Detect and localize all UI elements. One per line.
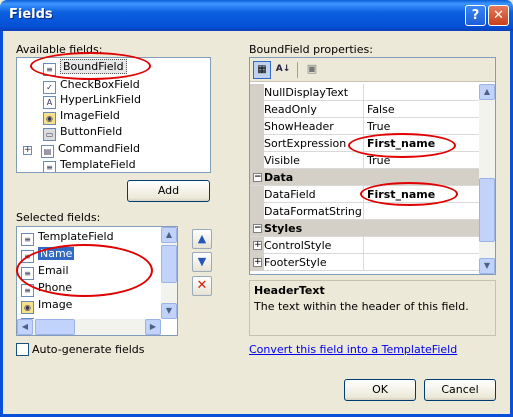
scroll-down-arrow-icon[interactable]: ▼ (161, 303, 177, 319)
property-toolbar: ▦ A↓ ▣ (250, 58, 495, 82)
scroll-thumb[interactable] (161, 245, 177, 283)
collapse-minus-icon[interactable]: − (253, 173, 262, 182)
template-field-icon: ≡ (21, 233, 34, 246)
scroll-thumb[interactable] (479, 178, 495, 242)
move-up-button[interactable]: ▲ (192, 229, 212, 249)
cancel-button[interactable]: Cancel (424, 379, 496, 401)
prop-row-controlstyle[interactable]: + ControlStyle (250, 237, 480, 254)
expand-plus-icon[interactable]: + (253, 241, 262, 250)
tree-item-commandfield[interactable]: + ▤ CommandField (23, 142, 140, 158)
expand-plus-icon[interactable]: + (23, 146, 32, 155)
tree-item-hyperlinkfield[interactable]: A HyperLinkField (43, 93, 141, 109)
annotation-ellipse-sortexpression (348, 133, 456, 158)
autogen-label: Auto-generate fields (32, 343, 145, 356)
window-title: Fields (9, 7, 53, 22)
tree-item-templatefield[interactable]: ≡ TemplateField (43, 158, 136, 172)
scroll-up-arrow-icon[interactable]: ▲ (161, 227, 177, 243)
scroll-left-arrow-icon[interactable]: ◀ (17, 319, 33, 335)
help-text: The text within the header of this field… (254, 300, 469, 313)
scroll-right-arrow-icon[interactable]: ▶ (145, 319, 161, 335)
prop-row-readonly[interactable]: ReadOnly False (250, 101, 480, 118)
property-help-panel: HeaderText The text within the header of… (249, 280, 496, 336)
tree-item-buttonfield[interactable]: ▭ ButtonField (43, 125, 122, 141)
help-button[interactable]: ? (465, 5, 486, 26)
template-field-icon: ≡ (43, 161, 56, 172)
button-field-icon: ▭ (43, 128, 56, 141)
alphabetical-sort-icon[interactable]: A↓ (274, 61, 292, 79)
arrow-up-icon: ▲ (197, 232, 207, 245)
command-field-icon: ▤ (41, 145, 54, 158)
property-pages-icon[interactable]: ▣ (303, 61, 321, 79)
prop-category-data[interactable]: − Data (250, 169, 480, 186)
property-grid-scrollbar[interactable]: ▲ ▼ (479, 84, 495, 274)
scroll-down-arrow-icon[interactable]: ▼ (479, 258, 495, 274)
prop-row-nulldisplaytext[interactable]: NullDisplayText (250, 84, 480, 101)
selected-item-image[interactable]: ◉ Image (21, 298, 72, 314)
tree-item-imagefield[interactable]: ◉ ImageField (43, 109, 120, 125)
prop-row-footerstyle[interactable]: + FooterStyle (250, 254, 480, 271)
prop-category-styles[interactable]: − Styles (250, 220, 480, 237)
expand-plus-icon[interactable]: + (253, 258, 262, 267)
close-button[interactable]: ✕ (488, 5, 509, 26)
image-field-icon: ◉ (21, 301, 34, 314)
prop-row-showheader[interactable]: ShowHeader True (250, 118, 480, 135)
toolbar-separator (297, 62, 298, 78)
selected-list-vscrollbar[interactable]: ▲ ▼ (161, 227, 177, 319)
properties-label: BoundField properties: (249, 43, 373, 56)
collapse-minus-icon[interactable]: − (253, 224, 262, 233)
ok-button[interactable]: OK (344, 379, 416, 401)
help-title: HeaderText (254, 284, 325, 297)
tree-item-checkboxfield[interactable]: ✓ CheckBoxField (43, 78, 140, 94)
image-field-icon: ◉ (43, 112, 56, 125)
delete-field-button[interactable]: ✕ (192, 276, 212, 296)
property-grid[interactable]: ▦ A↓ ▣ NullDisplayText ReadOnly False Sho… (249, 57, 496, 275)
annotation-ellipse-datafield (360, 182, 458, 206)
annotation-ellipse-selected-fields (16, 244, 153, 297)
annotation-ellipse-boundfield (30, 52, 151, 80)
hscroll-thumb[interactable] (35, 319, 75, 335)
selected-list-hscrollbar[interactable]: ◀ ▶ (17, 319, 161, 335)
selected-fields-label: Selected fields: (16, 211, 101, 224)
categorized-icon[interactable]: ▦ (253, 61, 271, 79)
add-button[interactable]: Add (127, 180, 210, 202)
scroll-up-arrow-icon[interactable]: ▲ (479, 84, 495, 100)
arrow-down-icon: ▼ (197, 255, 207, 268)
convert-templatefield-link[interactable]: Convert this field into a TemplateField (249, 343, 457, 356)
prop-row-dataformatstring[interactable]: DataFormatString (250, 203, 480, 220)
move-down-button[interactable]: ▼ (192, 252, 212, 272)
title-bar: Fields ? ✕ (0, 0, 513, 31)
hyperlink-field-icon: A (43, 96, 56, 109)
property-rows: NullDisplayText ReadOnly False ShowHeader… (250, 84, 480, 273)
delete-x-icon: ✕ (196, 278, 208, 293)
selected-item-templatefield[interactable]: ≡ TemplateField (21, 230, 114, 246)
autogen-checkbox[interactable] (16, 343, 29, 356)
